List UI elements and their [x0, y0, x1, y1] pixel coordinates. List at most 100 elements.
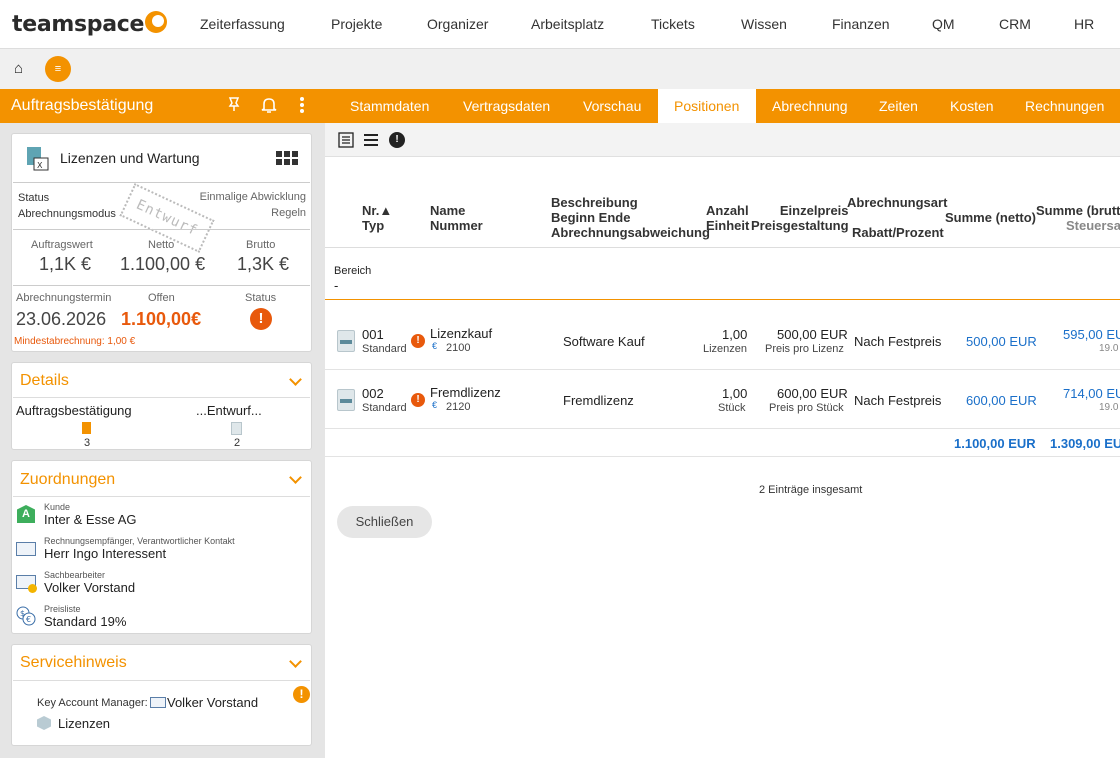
sub-toolbar — [0, 49, 1120, 89]
file-icon — [82, 422, 91, 434]
menu-icon[interactable]: ≡ — [45, 56, 71, 82]
tab-stammdaten[interactable]: Stammdaten — [350, 98, 429, 114]
contact-card-icon — [16, 542, 36, 556]
termin-value: 23.06.2026 — [16, 309, 107, 329]
mode-label: Abrechnungsmodus — [18, 208, 116, 220]
divider — [13, 496, 310, 497]
zuordnungen-title[interactable]: Zuordnungen — [20, 471, 115, 489]
row-einheit: Stück — [718, 402, 746, 414]
list-icon[interactable] — [363, 132, 379, 151]
brutto-label: Brutto — [246, 239, 276, 251]
preisliste-label: Preisliste — [44, 604, 81, 614]
bereich-label: Bereich — [334, 265, 372, 277]
sachbearbeiter-label: Sachbearbeiter — [44, 570, 106, 580]
col-name[interactable]: Name Nummer — [430, 203, 483, 233]
col-nr[interactable]: Nr.▲ Typ — [362, 203, 392, 233]
preisliste-value[interactable]: Standard 19% — [44, 614, 126, 629]
close-button[interactable]: Schließen — [337, 506, 432, 538]
badge-icon — [28, 584, 37, 593]
detail-list-icon[interactable] — [338, 132, 354, 151]
divider — [13, 397, 310, 398]
nav-crm[interactable]: CRM — [999, 16, 1031, 32]
col-summe-netto[interactable]: Summe (netto) — [945, 210, 1036, 225]
row-name[interactable]: Fremdlizenz — [430, 385, 501, 400]
netto-value: 1.100,00 € — [120, 254, 206, 274]
row-einzelpreis: 500,00 EUR — [777, 327, 848, 342]
kam-value[interactable]: Volker Vorstand — [167, 695, 258, 710]
row-typ: Standard — [362, 343, 407, 355]
tab-kosten[interactable]: Kosten — [950, 98, 994, 114]
empfaenger-value[interactable]: Herr Ingo Interessent — [44, 546, 166, 561]
position-doc-icon — [337, 330, 355, 352]
tab-vertragsdaten[interactable]: Vertragsdaten — [463, 98, 550, 114]
app-logo[interactable]: teamspace — [12, 12, 144, 37]
euro-stack-icon: € — [432, 400, 438, 410]
nav-arbeitsplatz[interactable]: Arbeitsplatz — [531, 16, 604, 32]
row-einzelpreis: 600,00 EUR — [777, 386, 848, 401]
col-einzelpreis[interactable]: Einzelpreis Preisgestaltung — [751, 203, 849, 233]
home-icon[interactable]: ⌂ — [14, 60, 23, 77]
tab-zeiten[interactable]: Zeiten — [879, 98, 918, 114]
page-title: Auftragsbestätigung — [11, 97, 154, 114]
row-beschreibung: Software Kauf — [563, 334, 645, 349]
divider — [13, 182, 310, 183]
speech-alert-icon[interactable]: ! — [293, 686, 310, 703]
details-col2-count: 2 — [234, 437, 241, 449]
nav-projekte[interactable]: Projekte — [331, 16, 382, 32]
divider — [13, 285, 310, 286]
kam-label: Key Account Manager: — [37, 697, 148, 709]
tab-rechnungen[interactable]: Rechnungen — [1025, 98, 1104, 114]
tab-abrechnung[interactable]: Abrechnung — [772, 98, 848, 114]
row-typ: Standard — [362, 402, 407, 414]
view-toolbar — [325, 123, 1120, 157]
row-abrechnungsart: Nach Festpreis — [854, 334, 942, 349]
nav-wissen[interactable]: Wissen — [741, 16, 787, 32]
row-steuer: 19.0 — [1099, 343, 1119, 354]
kunde-value[interactable]: Inter & Esse AG — [44, 512, 137, 527]
service-title[interactable]: Servicehinweis — [20, 654, 127, 672]
divider — [13, 229, 310, 230]
row-anzahl: 1,00 — [722, 327, 748, 342]
row-abrechnungsart: Nach Festpreis — [854, 393, 942, 408]
document-icon: X — [26, 146, 50, 175]
divider — [13, 680, 310, 681]
nav-qm[interactable]: QM — [932, 16, 955, 32]
col-anzahl[interactable]: Anzahl Einheit — [706, 203, 749, 233]
warning-icon[interactable]: ! — [250, 308, 272, 330]
bell-icon[interactable] — [260, 96, 278, 119]
col-abrechnungsart[interactable]: Abrechnungsart — [847, 195, 947, 210]
more-vertical-icon[interactable] — [298, 96, 306, 119]
mindest-text: Mindestabrechnung: 1,00 € — [14, 336, 136, 347]
total-brutto: 1.309,00 EUR — [1050, 436, 1120, 451]
nav-finanzen[interactable]: Finanzen — [832, 16, 890, 32]
euro-stack-icon: € — [432, 341, 438, 351]
details-col2[interactable]: ...Entwurf... — [196, 403, 262, 418]
sachbearbeiter-value[interactable]: Volker Vorstand — [44, 580, 135, 595]
details-col1[interactable]: Auftragsbestätigung — [16, 403, 132, 418]
grid-icon[interactable] — [276, 151, 298, 168]
pin-icon[interactable] — [226, 96, 242, 117]
service-item: Lizenzen — [58, 716, 111, 731]
group-divider — [325, 299, 1120, 300]
col-summe-brutto[interactable]: Summe (brutto) — [1036, 203, 1120, 218]
details-col1-count: 3 — [84, 437, 91, 449]
col-steuersatz[interactable]: Steuersatz — [1066, 218, 1120, 233]
row-divider — [325, 428, 1120, 429]
row-name[interactable]: Lizenzkauf — [430, 326, 492, 341]
warning-icon[interactable]: ! — [411, 393, 425, 407]
empfaenger-label: Rechnungsempfänger, Verantwortlicher Kon… — [44, 536, 235, 546]
col-rabatt[interactable]: Rabatt/Prozent — [852, 225, 944, 240]
top-nav: teamspace Zeiterfassung Projekte Organiz… — [0, 0, 1120, 49]
warning-icon[interactable]: ! — [411, 334, 425, 348]
tab-positionen[interactable]: Positionen — [674, 98, 739, 114]
row-preisgestaltung: Preis pro Lizenz — [765, 343, 844, 355]
alert-filter-icon[interactable]: ! — [389, 132, 405, 148]
nav-hr[interactable]: HR — [1074, 16, 1094, 32]
nav-zeiterfassung[interactable]: Zeiterfassung — [200, 16, 285, 32]
col-beschreibung[interactable]: Beschreibung Beginn Ende Abrechnungsabweic… — [551, 195, 710, 240]
row-beschreibung: Fremdlizenz — [563, 393, 634, 408]
tab-vorschau[interactable]: Vorschau — [583, 98, 641, 114]
details-title[interactable]: Details — [20, 372, 69, 390]
nav-organizer[interactable]: Organizer — [427, 16, 488, 32]
nav-tickets[interactable]: Tickets — [651, 16, 695, 32]
